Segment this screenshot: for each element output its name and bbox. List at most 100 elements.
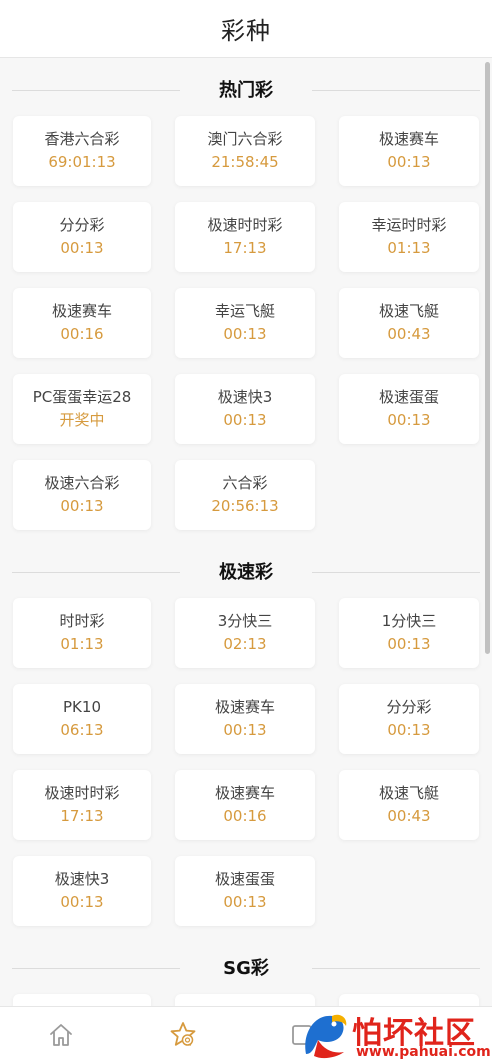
countdown: 01:13 — [387, 239, 431, 257]
lottery-card[interactable]: 分分彩 00:13 — [13, 202, 151, 272]
page-title: 彩种 — [221, 17, 271, 45]
countdown: 00:13 — [223, 893, 267, 911]
countdown: 69:01:13 — [48, 153, 116, 171]
section-title: SG彩 — [223, 958, 269, 979]
countdown: 00:13 — [223, 721, 267, 739]
lottery-star-icon — [170, 1022, 196, 1046]
scrollbar-thumb[interactable] — [485, 62, 490, 654]
parrot-logo-icon — [305, 1014, 347, 1059]
section-title: 热门彩 — [219, 80, 273, 101]
lottery-card[interactable]: PK10 06:13 — [13, 684, 151, 754]
lottery-name: 极速飞艇 — [378, 784, 439, 802]
divider — [12, 968, 180, 969]
lottery-grid-hot: 香港六合彩 69:01:13 澳门六合彩 21:58:45 极速赛车 00:13 分分… — [0, 116, 492, 530]
lottery-name: 极速飞艇 — [378, 302, 439, 320]
lottery-name: 极速赛车 — [214, 698, 275, 716]
lottery-name: 极速蛋蛋 — [378, 388, 439, 406]
section-header-speed: 极速彩 — [0, 540, 492, 598]
countdown: 00:13 — [387, 721, 431, 739]
countdown: 17:13 — [223, 239, 267, 257]
countdown: 00:13 — [387, 411, 431, 429]
lottery-card[interactable]: PC蛋蛋幸运28 开奖中 — [13, 374, 151, 444]
lottery-name: 六合彩 — [222, 474, 268, 492]
lottery-card[interactable]: 极速飞艇 00:43 — [339, 770, 479, 840]
countdown: 00:13 — [60, 497, 104, 515]
countdown: 01:13 — [60, 635, 104, 653]
lottery-card[interactable]: 极速六合彩 00:13 — [13, 460, 151, 530]
countdown: 00:13 — [60, 239, 104, 257]
countdown: 00:43 — [387, 325, 431, 343]
section-title: 极速彩 — [219, 562, 273, 583]
countdown: 17:13 — [60, 807, 104, 825]
countdown: 00:13 — [60, 893, 104, 911]
lottery-card[interactable]: 时时彩 01:13 — [13, 598, 151, 668]
tab-lottery[interactable] — [167, 1019, 199, 1051]
lottery-name: 幸运飞艇 — [214, 302, 275, 320]
divider — [312, 572, 480, 573]
lottery-name: 香港六合彩 — [44, 130, 120, 148]
lottery-card[interactable]: 极速快3 00:13 — [13, 856, 151, 926]
lottery-card[interactable]: 极速赛车 00:13 — [339, 116, 479, 186]
lottery-name: 分分彩 — [59, 216, 105, 234]
lottery-name: 时时彩 — [59, 612, 105, 630]
lottery-card[interactable]: 3分快三 02:13 — [175, 598, 315, 668]
tab-home[interactable] — [45, 1019, 77, 1051]
lottery-card[interactable]: 分分彩 00:13 — [339, 684, 479, 754]
lottery-name: 3分快三 — [217, 612, 273, 630]
home-icon — [50, 1024, 72, 1046]
lottery-name: 极速赛车 — [214, 784, 275, 802]
lottery-name: 澳门六合彩 — [207, 130, 283, 148]
countdown: 00:16 — [223, 807, 267, 825]
lottery-card[interactable]: 极速赛车 00:13 — [175, 684, 315, 754]
lottery-card[interactable]: 极速快3 00:13 — [175, 374, 315, 444]
divider — [312, 968, 480, 969]
countdown: 00:13 — [223, 411, 267, 429]
lottery-card[interactable]: 极速蛋蛋 00:13 — [175, 856, 315, 926]
lottery-name: 极速六合彩 — [44, 474, 120, 492]
lottery-name: 幸运时时彩 — [371, 216, 447, 234]
lottery-name: PC蛋蛋幸运28 — [32, 388, 132, 406]
countdown: 21:58:45 — [211, 153, 279, 171]
lottery-name: 1分快三 — [381, 612, 437, 630]
divider — [12, 90, 180, 91]
countdown: 00:13 — [387, 635, 431, 653]
countdown: 开奖中 — [59, 411, 105, 429]
lottery-name: PK10 — [63, 698, 101, 716]
lottery-name: 极速时时彩 — [207, 216, 283, 234]
lottery-card[interactable]: 1分快三 00:13 — [339, 598, 479, 668]
countdown: 02:13 — [223, 635, 267, 653]
app-header: 彩种 — [0, 0, 492, 58]
divider — [312, 90, 480, 91]
lottery-name: 分分彩 — [386, 698, 432, 716]
lottery-card[interactable]: 澳门六合彩 21:58:45 — [175, 116, 315, 186]
lottery-card[interactable]: 极速赛车 00:16 — [175, 770, 315, 840]
lottery-card[interactable]: 六合彩 20:56:13 — [175, 460, 315, 530]
lottery-card[interactable]: 极速赛车 00:16 — [13, 288, 151, 358]
lottery-name: 极速赛车 — [378, 130, 439, 148]
lottery-card[interactable]: 幸运飞艇 00:13 — [175, 288, 315, 358]
countdown: 00:13 — [387, 153, 431, 171]
lottery-name: 极速时时彩 — [44, 784, 120, 802]
section-header-sg: SG彩 — [0, 936, 492, 994]
section-header-hot: 热门彩 — [0, 58, 492, 116]
countdown: 20:56:13 — [211, 497, 279, 515]
divider — [12, 572, 180, 573]
lottery-grid-speed: 时时彩 01:13 3分快三 02:13 1分快三 00:13 PK10 06:13 极… — [0, 598, 492, 926]
countdown: 06:13 — [60, 721, 104, 739]
lottery-card[interactable]: 极速蛋蛋 00:13 — [339, 374, 479, 444]
lottery-card[interactable] — [13, 994, 151, 1006]
watermark-url: www.pahuai.com — [356, 1044, 491, 1060]
lottery-card[interactable] — [175, 994, 315, 1006]
countdown: 00:16 — [60, 325, 104, 343]
lottery-card[interactable]: 极速时时彩 17:13 — [13, 770, 151, 840]
countdown: 00:13 — [223, 325, 267, 343]
lottery-name: 极速快3 — [217, 388, 273, 406]
countdown: 00:43 — [387, 807, 431, 825]
lottery-list[interactable]: 热门彩 香港六合彩 69:01:13 澳门六合彩 21:58:45 极速赛车 00:1… — [0, 58, 492, 1006]
lottery-card[interactable]: 极速飞艇 00:43 — [339, 288, 479, 358]
lottery-name: 极速蛋蛋 — [214, 870, 275, 888]
lottery-card[interactable]: 极速时时彩 17:13 — [175, 202, 315, 272]
lottery-name: 极速赛车 — [51, 302, 112, 320]
lottery-card[interactable]: 香港六合彩 69:01:13 — [13, 116, 151, 186]
lottery-card[interactable]: 幸运时时彩 01:13 — [339, 202, 479, 272]
